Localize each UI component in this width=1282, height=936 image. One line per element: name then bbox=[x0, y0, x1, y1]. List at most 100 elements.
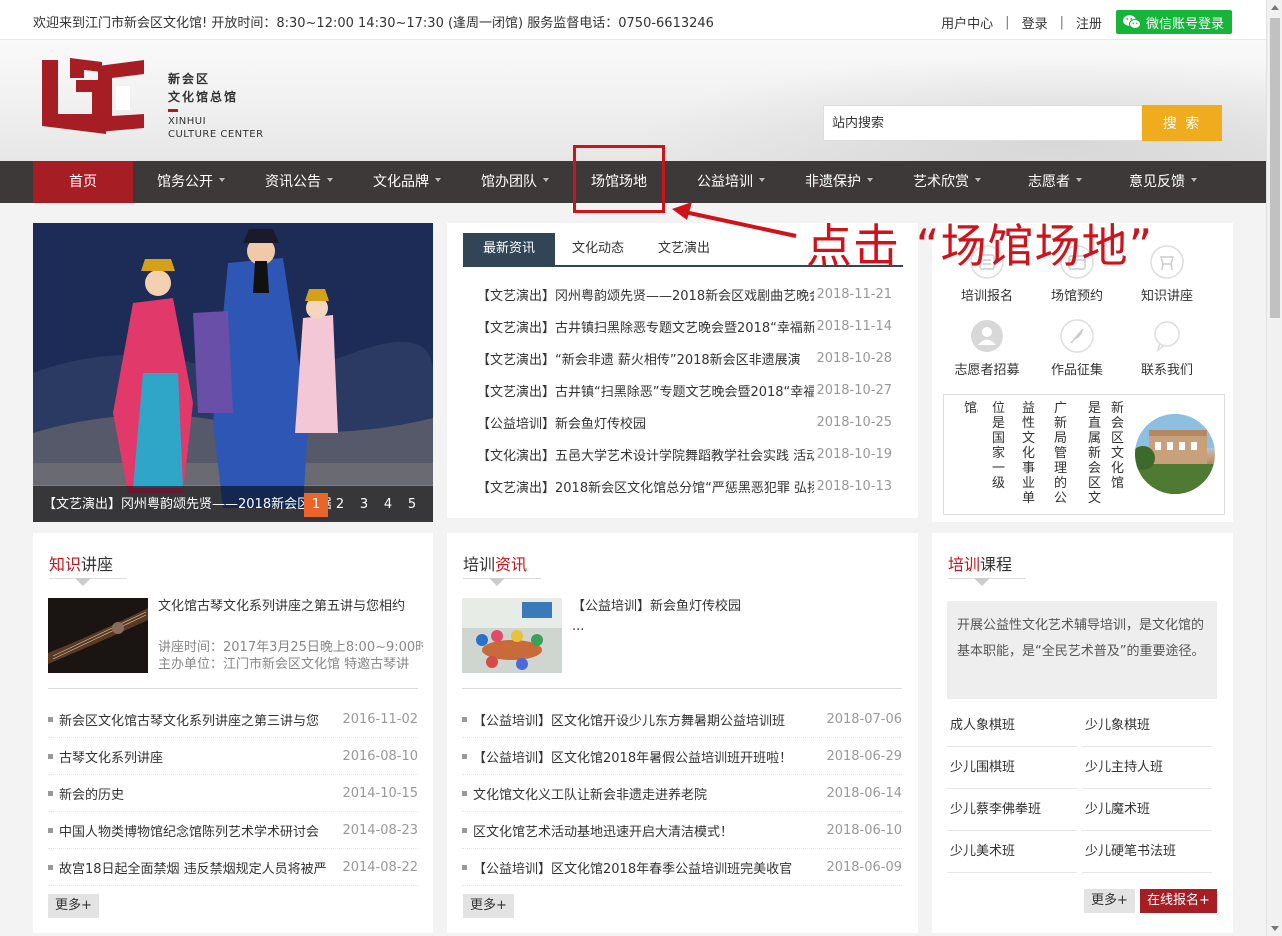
training-news-list: 【公益培训】区文化馆开设少儿东方舞暑期公益培训班 2018-07-06 【公益培训… bbox=[462, 701, 902, 886]
nav-label: 意见反馈 bbox=[1129, 174, 1185, 190]
list-item[interactable]: 故宫18日起全面禁烟 违反禁烟规定人员将被严 2014-08-22 bbox=[48, 849, 418, 886]
lecture-feature-title[interactable]: 文化馆古琴文化系列讲座之第五讲与您相约 bbox=[158, 598, 418, 616]
banner-dot[interactable]: 2 bbox=[328, 493, 352, 517]
wechat-login-button[interactable]: 微信账号登录 bbox=[1115, 10, 1232, 34]
nav-news-notices[interactable]: 资讯公告 bbox=[249, 161, 349, 203]
course-item[interactable]: 少儿蔡李佛拳班 bbox=[947, 789, 1077, 831]
register-link[interactable]: 注册 bbox=[1076, 13, 1102, 32]
nav-teams[interactable]: 馆办团队 bbox=[465, 161, 565, 203]
list-item-date: 2018-06-14 bbox=[826, 785, 902, 801]
course-item[interactable]: 少儿魔术班 bbox=[1082, 789, 1212, 831]
nav-training[interactable]: 公益培训 bbox=[681, 161, 781, 203]
course-item[interactable]: 少儿主持人班 bbox=[1082, 747, 1212, 789]
login-link[interactable]: 登录 bbox=[1022, 13, 1048, 32]
lectures-panel: 知识讲座 文化馆古琴文化系列讲座之第五讲与您相约 讲座时间：2017年3月25日… bbox=[33, 533, 433, 933]
banner-slider[interactable]: 【文艺演出】冈州粤韵颂先贤——2018新会区戏剧曲艺晚会 1 2 3 4 5 bbox=[33, 223, 433, 522]
course-item[interactable]: 少儿围棋班 bbox=[947, 747, 1077, 789]
list-item-title[interactable]: 【公益培训】区文化馆2018年春季公益培训班完美收官 bbox=[473, 858, 820, 877]
nav-public-affairs[interactable]: 馆务公开 bbox=[141, 161, 241, 203]
logo-text: 新会区 文化馆总馆 XINHUI CULTURE CENTER bbox=[168, 70, 264, 141]
nav-heritage[interactable]: 非遗保护 bbox=[789, 161, 889, 203]
center-intro[interactable]: 新会区文化馆 是直属新会区文 广新局管理的公 益性文化事业单 位，是国家一级 馆… bbox=[943, 394, 1225, 515]
nav-culture-brand[interactable]: 文化品牌 bbox=[357, 161, 457, 203]
nav-art[interactable]: 艺术欣赏 bbox=[897, 161, 997, 203]
list-item-title[interactable]: 古琴文化系列讲座 bbox=[59, 747, 336, 766]
logo-name-line1: 新会区 bbox=[168, 72, 211, 86]
banner-caption[interactable]: 【文艺演出】冈州粤韵颂先贤——2018新会区戏剧曲艺晚会 bbox=[43, 493, 331, 512]
news-row[interactable]: 【文艺演出】古井镇“扫黑除恶”专题文艺晚会暨2018“幸福 2018-10-27 bbox=[477, 374, 892, 406]
lectures-more-button[interactable]: 更多+ bbox=[48, 894, 99, 918]
news-row[interactable]: 【文艺演出】古井镇扫黑除恶专题文艺晚会暨2018“幸福新会 2018-11-14 bbox=[477, 310, 892, 342]
training-feature-title[interactable]: 【公益培训】新会鱼灯传校园 bbox=[572, 598, 892, 616]
intro-text-col: 新会区文化馆 bbox=[1111, 401, 1125, 491]
nav-label: 首页 bbox=[69, 174, 97, 190]
course-item[interactable]: 少儿美术班 bbox=[947, 831, 1077, 873]
list-item[interactable]: 新会的历史 2014-10-15 bbox=[48, 775, 418, 812]
list-item[interactable]: 【公益培训】区文化馆开设少儿东方舞暑期公益培训班 2018-07-06 bbox=[462, 701, 902, 738]
nav-label: 非遗保护 bbox=[805, 174, 861, 190]
courses-title-rest: 课程 bbox=[980, 555, 1013, 574]
news-title[interactable]: 【文艺演出】“新会非遗 薪火相传”2018新会区非遗展演 bbox=[477, 349, 814, 368]
news-title[interactable]: 【文化演出】五邑大学艺术设计学院舞蹈教学社会实践 活动 bbox=[477, 445, 814, 464]
news-title[interactable]: 【文艺演出】古井镇扫黑除恶专题文艺晚会暨2018“幸福新会 bbox=[477, 317, 814, 336]
news-row[interactable]: 【文艺演出】冈州粤韵颂先贤——2018新会区戏剧曲艺晚会 2018-11-21 bbox=[477, 278, 892, 310]
list-item[interactable]: 中国人物类博物馆纪念馆陈列艺术学术研讨会 2014-08-23 bbox=[48, 812, 418, 849]
banner-dot[interactable]: 3 bbox=[352, 493, 376, 517]
annotation-highlight-box bbox=[573, 145, 665, 213]
scroll-up-icon[interactable] bbox=[1271, 5, 1279, 10]
scrollbar-thumb[interactable] bbox=[1270, 18, 1280, 318]
list-item-title[interactable]: 【公益培训】区文化馆2018年暑假公益培训班开班啦！ bbox=[473, 747, 820, 766]
list-item[interactable]: 古琴文化系列讲座 2016-08-10 bbox=[48, 738, 418, 775]
course-item[interactable]: 少儿硬笔书法班 bbox=[1082, 831, 1212, 873]
list-item-title[interactable]: 区文化馆艺术活动基地迅速开启大清洁模式！ bbox=[473, 821, 820, 840]
nav-volunteers[interactable]: 志愿者 bbox=[1005, 161, 1105, 203]
training-feature[interactable]: 【公益培训】新会鱼灯传校园 ... bbox=[462, 598, 902, 674]
list-item[interactable]: 新会区文化馆古琴文化系列讲座之第三讲与您 2016-11-02 bbox=[48, 701, 418, 738]
nav-label: 艺术欣赏 bbox=[913, 174, 969, 190]
news-title[interactable]: 【文艺演出】古井镇“扫黑除恶”专题文艺晚会暨2018“幸福 bbox=[477, 381, 814, 400]
chevron-down-icon bbox=[435, 178, 441, 182]
quick-works-collection[interactable]: 作品征集 bbox=[1032, 319, 1122, 378]
lecture-feature[interactable]: 文化馆古琴文化系列讲座之第五讲与您相约 讲座时间：2017年3月25日晚上8:0… bbox=[48, 598, 423, 674]
news-row[interactable]: 【文化演出】五邑大学艺术设计学院舞蹈教学社会实践 活动 2018-10-19 bbox=[477, 438, 892, 470]
list-item[interactable]: 区文化馆艺术活动基地迅速开启大清洁模式！ 2018-06-10 bbox=[462, 812, 902, 849]
list-item[interactable]: 【公益培训】区文化馆2018年春季公益培训班完美收官 2018-06-09 bbox=[462, 849, 902, 886]
list-item-title[interactable]: 故宫18日起全面禁烟 违反禁烟规定人员将被严 bbox=[59, 858, 336, 877]
news-title[interactable]: 【公益培训】新会鱼灯传校园 bbox=[477, 413, 814, 432]
list-item-title[interactable]: 新会的历史 bbox=[59, 784, 336, 803]
tab-culture-news[interactable]: 文化动态 bbox=[555, 233, 641, 265]
quick-volunteer-recruit[interactable]: 志愿者招募 bbox=[942, 319, 1032, 378]
news-title[interactable]: 【文艺演出】冈州粤韵颂先贤——2018新会区戏剧曲艺晚会 bbox=[477, 285, 814, 304]
news-date: 2018-11-14 bbox=[816, 318, 892, 334]
list-item-title[interactable]: 【公益培训】区文化馆开设少儿东方舞暑期公益培训班 bbox=[473, 710, 820, 729]
page-scrollbar[interactable] bbox=[1266, 0, 1282, 936]
news-row[interactable]: 【公益培训】新会鱼灯传校园 2018-10-25 bbox=[477, 406, 892, 438]
tab-latest[interactable]: 最新资讯 bbox=[463, 233, 556, 265]
list-item[interactable]: 文化馆文化义工队让新会非遗走进养老院 2018-06-14 bbox=[462, 775, 902, 812]
nav-label: 资讯公告 bbox=[265, 174, 321, 190]
nav-home[interactable]: 首页 bbox=[33, 161, 133, 203]
courses-more-button[interactable]: 更多+ bbox=[1084, 889, 1135, 913]
search-input[interactable] bbox=[823, 105, 1142, 141]
user-center-link[interactable]: 用户中心 bbox=[941, 13, 993, 32]
news-row[interactable]: 【文艺演出】“新会非遗 薪火相传”2018新会区非遗展演 2018-10-28 bbox=[477, 342, 892, 374]
course-item[interactable]: 成人象棋班 bbox=[947, 705, 1077, 747]
course-item[interactable]: 少儿象棋班 bbox=[1082, 705, 1212, 747]
banner-dot[interactable]: 5 bbox=[400, 493, 424, 517]
list-item-title[interactable]: 中国人物类博物馆纪念馆陈列艺术学术研讨会 bbox=[59, 821, 336, 840]
search-button[interactable]: 搜 索 bbox=[1142, 105, 1222, 141]
news-row[interactable]: 【文艺演出】2018新会区文化馆总分馆“严惩黑恶犯罪 弘扬 2018-10-13 bbox=[477, 470, 892, 502]
list-item-title[interactable]: 文化馆文化义工队让新会非遗走进养老院 bbox=[473, 784, 820, 803]
list-item-title[interactable]: 新会区文化馆古琴文化系列讲座之第三讲与您 bbox=[59, 710, 336, 729]
banner-dot[interactable]: 1 bbox=[304, 493, 328, 517]
online-signup-button[interactable]: 在线报名+ bbox=[1140, 889, 1217, 913]
banner-dot[interactable]: 4 bbox=[376, 493, 400, 517]
quick-contact-us[interactable]: 联系我们 bbox=[1122, 319, 1212, 378]
training-news-panel: 培训资讯 【公益培训】新会鱼灯传校园 ... 【公益培训】区文化馆开设少儿东方舞… bbox=[447, 533, 918, 933]
training-news-more-button[interactable]: 更多+ bbox=[463, 894, 514, 918]
news-title[interactable]: 【文艺演出】2018新会区文化馆总分馆“严惩黑恶犯罪 弘扬 bbox=[477, 477, 814, 496]
quick-label: 场馆预约 bbox=[1050, 289, 1103, 304]
scroll-down-icon[interactable] bbox=[1271, 926, 1279, 931]
nav-feedback[interactable]: 意见反馈 bbox=[1113, 161, 1213, 203]
list-item[interactable]: 【公益培训】区文化馆2018年暑假公益培训班开班啦！ 2018-06-29 bbox=[462, 738, 902, 775]
